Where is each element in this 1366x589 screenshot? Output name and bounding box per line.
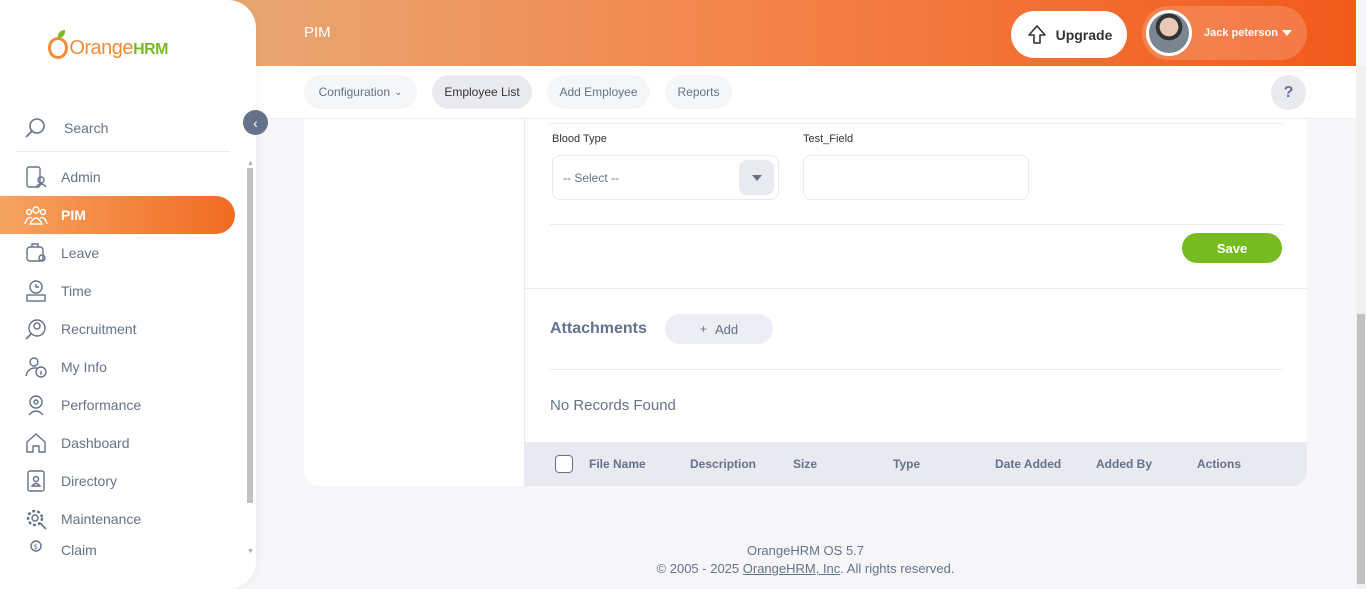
divider — [550, 224, 1283, 225]
sidebar-item-label: Time — [61, 283, 92, 299]
claim-icon: $ — [24, 538, 48, 558]
search-icon — [24, 116, 48, 140]
test-field-label: Test_Field — [803, 133, 854, 145]
user-dropdown[interactable]: Jack peterson — [1142, 6, 1307, 60]
sidebar-item-admin[interactable]: Admin — [0, 158, 246, 196]
company-link[interactable]: OrangeHRM, Inc — [743, 561, 841, 576]
sidebar-item-directory[interactable]: Directory — [0, 462, 246, 500]
sidebar-item-recruitment[interactable]: Recruitment — [0, 310, 246, 348]
tab-label: Add Employee — [559, 85, 638, 99]
divider — [550, 123, 1283, 124]
sidebar-item-label: My Info — [61, 359, 107, 375]
sidebar-item-label: Leave — [61, 245, 100, 261]
sidebar-item-label: Maintenance — [61, 511, 142, 527]
performance-icon — [24, 393, 48, 417]
tab-add-employee[interactable]: Add Employee — [547, 75, 650, 109]
directory-icon — [24, 469, 48, 493]
admin-icon — [24, 165, 48, 189]
save-button[interactable]: Save — [1182, 233, 1282, 263]
column-header-added-by[interactable]: Added By — [1096, 457, 1152, 471]
sidebar-item-pim[interactable]: PIM — [0, 196, 235, 234]
upgrade-button[interactable]: Upgrade — [1011, 11, 1127, 58]
plus-icon: + — [699, 322, 707, 336]
chevron-left-icon: ‹ — [253, 114, 258, 131]
search-label: Search — [64, 119, 109, 136]
section-divider — [524, 288, 1307, 289]
my-info-icon — [24, 355, 48, 379]
time-icon — [24, 279, 48, 303]
brand-name: OrangeHRM — [69, 36, 168, 59]
upgrade-label: Upgrade — [1055, 26, 1113, 43]
attachments-title: Attachments — [550, 320, 647, 337]
sidebar-item-claim[interactable]: $ Claim — [0, 538, 246, 558]
column-header-description[interactable]: Description — [690, 457, 756, 471]
column-header-actions: Actions — [1197, 457, 1242, 471]
footer: OrangeHRM OS 5.7 © 2005 - 2025 OrangeHRM… — [304, 542, 1307, 578]
sidebar-item-my-info[interactable]: My Info — [0, 348, 246, 386]
sidebar-item-performance[interactable]: Performance — [0, 386, 246, 424]
profile-column — [304, 119, 524, 486]
chevron-down-icon: ⌄ — [394, 86, 403, 98]
chevron-down-icon — [1281, 30, 1292, 36]
sidebar-item-label: Admin — [61, 169, 101, 185]
tab-reports[interactable]: Reports — [665, 75, 732, 109]
test-field-input[interactable] — [803, 155, 1029, 200]
column-header-type[interactable]: Type — [893, 457, 920, 471]
sidebar-item-label: PIM — [61, 207, 86, 223]
sidebar-item-label: Directory — [61, 473, 118, 489]
tab-label: Employee List — [444, 85, 520, 99]
blood-type-label: Blood Type — [552, 133, 607, 145]
column-header-date-added[interactable]: Date Added — [995, 457, 1061, 471]
attachments-table-header: File Name Description Size Type Date Add… — [524, 442, 1307, 486]
sidebar-item-maintenance[interactable]: Maintenance — [0, 500, 246, 538]
svg-text:$: $ — [34, 543, 38, 551]
orange-logo-icon — [48, 37, 69, 59]
scroll-up-icon[interactable]: ▲ — [247, 160, 254, 167]
sidebar: OrangeHRM Search Admin PIM Leave Time Re… — [0, 0, 256, 589]
dropdown-arrow-icon[interactable] — [739, 160, 774, 195]
blood-type-value: -- Select -- — [563, 170, 620, 185]
sidebar-scrollbar-thumb[interactable] — [247, 168, 253, 503]
add-label: Add — [714, 321, 739, 337]
select-all-checkbox[interactable] — [555, 455, 573, 473]
scroll-down-icon[interactable]: ▼ — [247, 548, 254, 555]
maintenance-icon — [24, 507, 48, 531]
sidebar-item-time[interactable]: Time — [0, 272, 246, 310]
sidebar-item-label: Performance — [61, 397, 142, 413]
sidebar-search[interactable]: Search — [16, 104, 230, 152]
page-scrollbar-thumb[interactable] — [1357, 314, 1365, 584]
sidebar-item-leave[interactable]: Leave — [0, 234, 246, 272]
sidebar-nav: Admin PIM Leave Time Recruitment My Info… — [0, 158, 246, 558]
footer-copyright: © 2005 - 2025 OrangeHRM, Inc. All rights… — [656, 561, 955, 576]
sidebar-item-label: Dashboard — [61, 435, 130, 451]
help-button[interactable]: ? — [1271, 75, 1306, 110]
brand-logo[interactable]: OrangeHRM — [48, 30, 168, 66]
user-name: Jack peterson — [1204, 27, 1278, 39]
tab-employee-list[interactable]: Employee List — [432, 75, 532, 109]
collapse-sidebar-button[interactable]: ‹ — [243, 110, 268, 135]
leave-icon — [24, 241, 48, 265]
tab-label: Configuration — [318, 85, 390, 99]
employee-details-card: Blood Type -- Select -- Test_Field Save … — [304, 119, 1307, 486]
module-title: PIM — [304, 24, 331, 41]
tab-label: Reports — [677, 85, 720, 99]
divider — [550, 369, 1283, 370]
footer-version: OrangeHRM OS 5.7 — [746, 543, 865, 558]
sidebar-item-label: Claim — [61, 542, 97, 558]
sidebar-scrollbar[interactable]: ▲ ▼ — [246, 160, 254, 560]
blood-type-select[interactable]: -- Select -- — [552, 155, 779, 200]
sidebar-item-label: Recruitment — [61, 321, 137, 337]
column-header-file-name[interactable]: File Name — [589, 457, 646, 471]
page-scrollbar[interactable] — [1356, 66, 1366, 589]
sidebar-item-dashboard[interactable]: Dashboard — [0, 424, 246, 462]
tab-configuration[interactable]: Configuration ⌄ — [304, 75, 417, 109]
add-attachment-button[interactable]: + Add — [665, 314, 773, 344]
recruitment-icon — [24, 317, 48, 341]
dashboard-icon — [24, 431, 48, 455]
upgrade-arrow-icon — [1027, 24, 1046, 44]
pim-icon — [24, 203, 48, 227]
column-header-size[interactable]: Size — [793, 457, 817, 471]
no-records-text: No Records Found — [550, 397, 676, 414]
avatar — [1146, 10, 1192, 56]
